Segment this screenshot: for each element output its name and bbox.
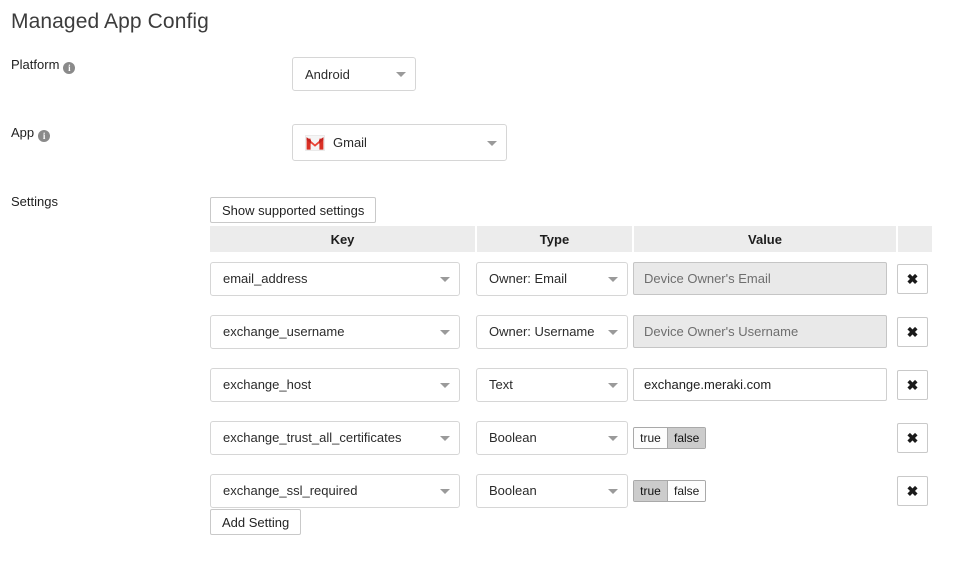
- platform-select-value: Android: [305, 66, 350, 82]
- chevron-down-icon: [608, 382, 618, 388]
- add-setting-button[interactable]: Add Setting: [210, 509, 302, 535]
- chevron-down-icon: [440, 382, 450, 388]
- key-select[interactable]: exchange_trust_all_certificates: [210, 420, 460, 455]
- table-row: email_address Owner: Email Device Owner's …: [210, 252, 932, 305]
- table-row: exchange_username Owner: Username Device O…: [210, 305, 932, 358]
- type-select-value: Boolean: [489, 483, 537, 498]
- show-supported-settings-button[interactable]: Show supported settings: [210, 197, 377, 223]
- chevron-down-icon: [608, 435, 618, 441]
- key-cell: exchange_trust_all_certificates: [210, 411, 476, 464]
- gmail-icon: [305, 134, 325, 151]
- type-select[interactable]: Owner: Username: [476, 314, 628, 349]
- delete-row-button[interactable]: ✖: [897, 475, 928, 506]
- value-input: Device Owner's Email: [633, 262, 887, 295]
- type-cell: Text: [476, 358, 633, 411]
- type-cell: Boolean: [476, 464, 633, 517]
- column-header-key: Key: [210, 226, 477, 252]
- delete-cell: ✖: [897, 252, 932, 305]
- boolean-toggle-group[interactable]: true false: [633, 426, 707, 449]
- key-cell: exchange_username: [210, 305, 476, 358]
- boolean-toggle-group[interactable]: true false: [633, 479, 707, 502]
- type-select[interactable]: Owner: Email: [476, 261, 628, 296]
- platform-label: Platform i: [11, 57, 76, 74]
- type-select-value: Boolean: [489, 430, 537, 445]
- platform-label-text: Platform: [11, 57, 60, 72]
- value-input: Device Owner's Username: [633, 315, 887, 348]
- delete-cell: ✖: [897, 411, 932, 464]
- app-select[interactable]: Gmail: [292, 124, 507, 161]
- boolean-option-true[interactable]: true: [634, 427, 668, 448]
- managed-app-config-page: Managed App Config Platform i Android App…: [0, 0, 979, 562]
- value-cell: Device Owner's Email: [633, 252, 897, 305]
- key-select[interactable]: exchange_host: [210, 367, 460, 402]
- type-select-value: Text: [489, 377, 513, 392]
- key-select-value: email_address: [223, 271, 308, 286]
- close-icon: ✖: [906, 429, 919, 446]
- info-icon[interactable]: i: [38, 130, 51, 142]
- chevron-down-icon: [440, 276, 450, 282]
- close-icon: ✖: [906, 270, 919, 287]
- type-select-value: Owner: Username: [489, 324, 595, 339]
- key-select-value: exchange_ssl_required: [223, 483, 358, 498]
- column-header-value: Value: [633, 226, 898, 252]
- type-cell: Boolean: [476, 411, 633, 464]
- key-select-value: exchange_username: [223, 324, 345, 339]
- type-select-value: Owner: Email: [489, 271, 568, 286]
- close-icon: ✖: [906, 482, 919, 499]
- chevron-down-icon: [608, 329, 618, 335]
- value-cell: true false: [633, 411, 897, 464]
- delete-cell: ✖: [897, 305, 932, 358]
- app-label: App i: [11, 125, 51, 142]
- delete-row-button[interactable]: ✖: [897, 422, 928, 453]
- boolean-option-false[interactable]: false: [668, 427, 706, 448]
- type-select[interactable]: Text: [476, 367, 628, 402]
- close-icon: ✖: [906, 376, 919, 393]
- type-cell: Owner: Username: [476, 305, 633, 358]
- table-row: exchange_trust_all_certificates Boolean tr…: [210, 411, 932, 464]
- key-select-value: exchange_host: [223, 377, 312, 392]
- value-input[interactable]: exchange.meraki.com: [633, 368, 887, 401]
- delete-row-button[interactable]: ✖: [897, 263, 928, 294]
- table-row: exchange_host Text exchange.meraki.com ✖: [210, 358, 932, 411]
- settings-table: Key Type Value email_address Owner: Email…: [210, 226, 932, 517]
- boolean-option-false[interactable]: false: [668, 480, 706, 501]
- chevron-down-icon: [440, 488, 450, 494]
- table-header-row: Key Type Value: [210, 226, 932, 252]
- settings-label: Settings: [11, 194, 58, 209]
- info-icon[interactable]: i: [63, 62, 76, 74]
- column-header-actions: [897, 226, 932, 252]
- value-cell: Device Owner's Username: [633, 305, 897, 358]
- key-select[interactable]: exchange_ssl_required: [210, 473, 460, 508]
- table-row: exchange_ssl_required Boolean true false ✖: [210, 464, 932, 517]
- delete-row-button[interactable]: ✖: [897, 369, 928, 400]
- delete-cell: ✖: [897, 358, 932, 411]
- column-header-type: Type: [476, 226, 634, 252]
- close-icon: ✖: [906, 323, 919, 340]
- chevron-down-icon: [396, 72, 406, 77]
- delete-row-button[interactable]: ✖: [897, 316, 928, 347]
- chevron-down-icon: [440, 435, 450, 441]
- value-cell: true false: [633, 464, 897, 517]
- platform-select[interactable]: Android: [292, 57, 416, 91]
- value-cell: exchange.meraki.com: [633, 358, 897, 411]
- chevron-down-icon: [440, 329, 450, 335]
- boolean-option-true[interactable]: true: [634, 480, 668, 501]
- chevron-down-icon: [608, 488, 618, 494]
- type-cell: Owner: Email: [476, 252, 633, 305]
- key-select[interactable]: email_address: [210, 261, 460, 296]
- app-label-text: App: [11, 125, 35, 140]
- chevron-down-icon: [487, 140, 497, 146]
- page-title: Managed App Config: [11, 10, 209, 33]
- delete-cell: ✖: [897, 464, 932, 517]
- app-select-value: Gmail: [333, 135, 367, 150]
- key-select-value: exchange_trust_all_certificates: [223, 430, 402, 445]
- chevron-down-icon: [608, 276, 618, 282]
- type-select[interactable]: Boolean: [476, 420, 628, 455]
- type-select[interactable]: Boolean: [476, 473, 628, 508]
- key-cell: exchange_host: [210, 358, 476, 411]
- key-select[interactable]: exchange_username: [210, 314, 460, 349]
- key-cell: email_address: [210, 252, 476, 305]
